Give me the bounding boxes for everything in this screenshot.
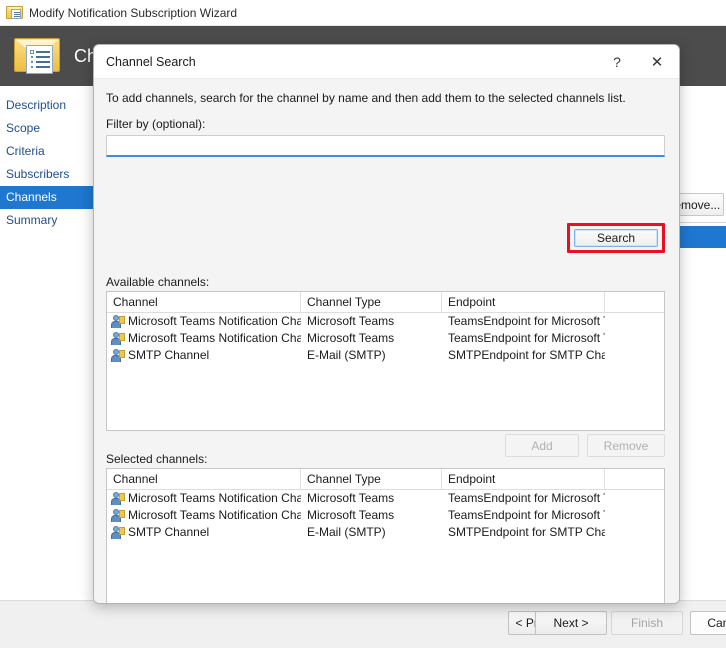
cell-channel-type: Microsoft Teams bbox=[307, 331, 395, 345]
user-channel-icon bbox=[111, 349, 125, 362]
available-channels-label: Available channels: bbox=[106, 275, 210, 289]
add-button: Add bbox=[505, 434, 579, 457]
table-row[interactable]: Microsoft Teams Notification Chann... Mi… bbox=[107, 507, 664, 524]
sidebar-item-subscribers[interactable]: Subscribers bbox=[0, 163, 94, 186]
sidebar-item-summary[interactable]: Summary bbox=[0, 209, 94, 232]
table-row[interactable]: Microsoft Teams Notification Channel Mic… bbox=[107, 313, 664, 330]
user-channel-icon bbox=[111, 332, 125, 345]
remove-button: Remove bbox=[587, 434, 665, 457]
filter-input[interactable] bbox=[106, 135, 665, 157]
available-channels-list[interactable]: Channel Channel Type Endpoint Microsoft … bbox=[106, 291, 665, 431]
selected-channels-label: Selected channels: bbox=[106, 452, 208, 466]
cell-channel: SMTP Channel bbox=[128, 525, 210, 539]
table-row[interactable]: SMTP Channel E-Mail (SMTP) SMTPEndpoint … bbox=[107, 347, 664, 364]
cell-channel-type: Microsoft Teams bbox=[307, 508, 395, 522]
cell-channel: Microsoft Teams Notification Channel bbox=[128, 314, 301, 328]
column-header-channel[interactable]: Channel bbox=[107, 469, 301, 489]
user-channel-icon bbox=[111, 492, 125, 505]
sidebar-item-scope[interactable]: Scope bbox=[0, 117, 94, 140]
cell-channel: Microsoft Teams Notification Channel bbox=[128, 491, 301, 505]
available-list-header: Channel Channel Type Endpoint bbox=[107, 292, 664, 313]
search-button[interactable]: Search bbox=[574, 229, 658, 247]
cell-channel: Microsoft Teams Notification Chann... bbox=[128, 508, 301, 522]
table-row[interactable]: SMTP Channel E-Mail (SMTP) SMTPEndpoint … bbox=[107, 524, 664, 541]
envelope-checklist-icon-large bbox=[14, 36, 60, 76]
cell-endpoint: SMTPEndpoint for SMTP Channel bbox=[448, 348, 605, 362]
dialog-title: Channel Search bbox=[106, 54, 196, 69]
selected-list-header: Channel Channel Type Endpoint bbox=[107, 469, 664, 490]
filter-label: Filter by (optional): bbox=[106, 117, 206, 131]
envelope-checklist-icon bbox=[6, 5, 23, 20]
wizard-sidebar: Description Scope Criteria Subscribers C… bbox=[0, 86, 95, 600]
sidebar-item-description[interactable]: Description bbox=[0, 94, 94, 117]
table-row[interactable]: Microsoft Teams Notification Channel Mic… bbox=[107, 490, 664, 507]
dialog-content: To add channels, search for the channel … bbox=[94, 79, 679, 603]
cell-endpoint: TeamsEndpoint for Microsoft Te... bbox=[448, 491, 605, 505]
column-header-channel-type[interactable]: Channel Type bbox=[301, 469, 442, 489]
user-channel-icon bbox=[111, 526, 125, 539]
cell-channel: Microsoft Teams Notification Chann... bbox=[128, 331, 301, 345]
column-header-spacer bbox=[605, 292, 664, 312]
column-header-endpoint[interactable]: Endpoint bbox=[442, 292, 605, 312]
user-channel-icon bbox=[111, 509, 125, 522]
selected-channels-list[interactable]: Channel Channel Type Endpoint Microsoft … bbox=[106, 468, 665, 603]
next-button[interactable]: Next > bbox=[535, 611, 607, 635]
cell-channel-type: Microsoft Teams bbox=[307, 491, 395, 505]
wizard-cancel-button[interactable]: Cancel bbox=[690, 611, 726, 635]
close-icon[interactable]: ✕ bbox=[639, 45, 675, 78]
cell-channel-type: Microsoft Teams bbox=[307, 314, 395, 328]
help-icon[interactable]: ? bbox=[599, 45, 635, 78]
column-header-channel[interactable]: Channel bbox=[107, 292, 301, 312]
cell-endpoint: TeamsEndpoint for Microsoft Te... bbox=[448, 314, 605, 328]
window-titlebar: Modify Notification Subscription Wizard bbox=[0, 0, 726, 26]
dialog-instruction: To add channels, search for the channel … bbox=[106, 91, 626, 105]
finish-button: Finish bbox=[611, 611, 683, 635]
cell-channel-type: E-Mail (SMTP) bbox=[307, 525, 386, 539]
column-header-endpoint[interactable]: Endpoint bbox=[442, 469, 605, 489]
cell-endpoint: SMTPEndpoint for SMTP Channel bbox=[448, 525, 605, 539]
column-header-channel-type[interactable]: Channel Type bbox=[301, 292, 442, 312]
column-header-spacer bbox=[605, 469, 664, 489]
cell-endpoint: TeamsEndpoint for Microsoft Te... bbox=[448, 331, 605, 345]
dialog-titlebar: Channel Search ? ✕ bbox=[94, 45, 679, 79]
window-title: Modify Notification Subscription Wizard bbox=[29, 5, 238, 20]
sidebar-item-channels[interactable]: Channels bbox=[0, 186, 94, 209]
wizard-footer: < Previous Next > Finish Cancel bbox=[0, 600, 726, 648]
channel-search-dialog: Channel Search ? ✕ To add channels, sear… bbox=[93, 44, 680, 604]
cell-channel-type: E-Mail (SMTP) bbox=[307, 348, 386, 362]
table-row[interactable]: Microsoft Teams Notification Chann... Mi… bbox=[107, 330, 664, 347]
cell-endpoint: TeamsEndpoint for Microsoft Te... bbox=[448, 508, 605, 522]
sidebar-item-criteria[interactable]: Criteria bbox=[0, 140, 94, 163]
user-channel-icon bbox=[111, 315, 125, 328]
cell-channel: SMTP Channel bbox=[128, 348, 210, 362]
